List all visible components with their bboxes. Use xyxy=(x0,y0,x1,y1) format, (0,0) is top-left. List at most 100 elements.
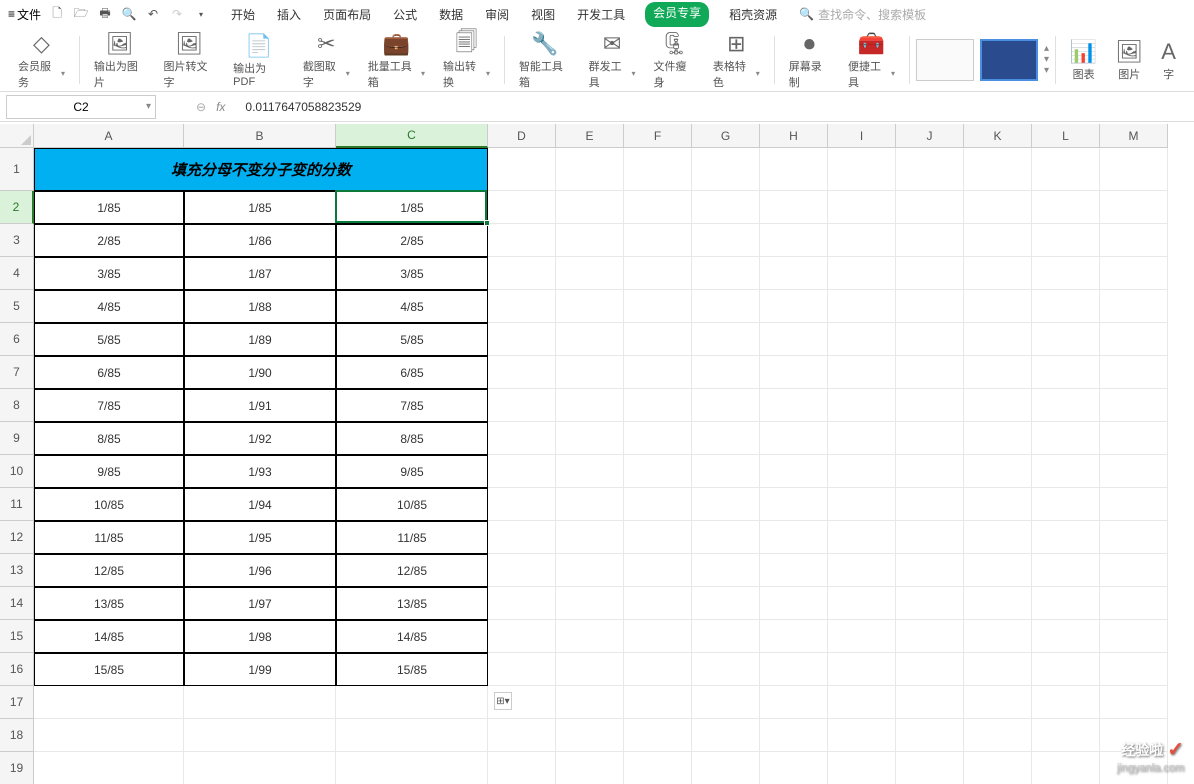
cell-B9[interactable]: 1/92 xyxy=(184,422,336,455)
cell-J12[interactable] xyxy=(896,521,964,554)
cell-K11[interactable] xyxy=(964,488,1032,521)
cell-K5[interactable] xyxy=(964,290,1032,323)
cell-G13[interactable] xyxy=(692,554,760,587)
cell-L4[interactable] xyxy=(1032,257,1100,290)
cell-H9[interactable] xyxy=(760,422,828,455)
mass-send-button[interactable]: ✉群发工具▾ xyxy=(581,30,644,90)
cell-M10[interactable] xyxy=(1100,455,1168,488)
cell-M11[interactable] xyxy=(1100,488,1168,521)
tab-formula[interactable]: 公式 xyxy=(391,2,419,27)
cell-J15[interactable] xyxy=(896,620,964,653)
cell-C8[interactable]: 7/85 xyxy=(336,389,488,422)
tab-layout[interactable]: 页面布局 xyxy=(321,2,373,27)
autofill-options-icon[interactable]: ⊞▾ xyxy=(494,692,512,710)
cell-B11[interactable]: 1/94 xyxy=(184,488,336,521)
row-header-1[interactable]: 1 xyxy=(0,148,34,191)
cell-L15[interactable] xyxy=(1032,620,1100,653)
cell-J6[interactable] xyxy=(896,323,964,356)
export-image-button[interactable]: 🖼输出为图片 xyxy=(86,30,154,90)
cell-K7[interactable] xyxy=(964,356,1032,389)
cell-B18[interactable] xyxy=(184,719,336,752)
cell-L6[interactable] xyxy=(1032,323,1100,356)
cell-E17[interactable] xyxy=(556,686,624,719)
grid-area[interactable]: 填充分母不变分子变的分数1/851/851/852/851/862/853/85… xyxy=(34,148,1194,784)
cell-L5[interactable] xyxy=(1032,290,1100,323)
cell-A4[interactable]: 3/85 xyxy=(34,257,184,290)
cell-L17[interactable] xyxy=(1032,686,1100,719)
tab-start[interactable]: 开始 xyxy=(229,2,257,27)
cell-H7[interactable] xyxy=(760,356,828,389)
row-header-16[interactable]: 16 xyxy=(0,653,34,686)
col-header-F[interactable]: F xyxy=(624,124,692,148)
cell-J11[interactable] xyxy=(896,488,964,521)
cell-E14[interactable] xyxy=(556,587,624,620)
cell-J5[interactable] xyxy=(896,290,964,323)
cell-G16[interactable] xyxy=(692,653,760,686)
col-header-E[interactable]: E xyxy=(556,124,624,148)
fx-icon[interactable]: fx xyxy=(216,100,225,114)
cell-G1[interactable] xyxy=(692,148,760,191)
cell-B12[interactable]: 1/95 xyxy=(184,521,336,554)
col-header-B[interactable]: B xyxy=(184,124,336,148)
cell-M13[interactable] xyxy=(1100,554,1168,587)
row-header-5[interactable]: 5 xyxy=(0,290,34,323)
cell-I5[interactable] xyxy=(828,290,896,323)
cell-M14[interactable] xyxy=(1100,587,1168,620)
cell-C12[interactable]: 11/85 xyxy=(336,521,488,554)
cell-K3[interactable] xyxy=(964,224,1032,257)
row-header-7[interactable]: 7 xyxy=(0,356,34,389)
quick-tools-button[interactable]: 🧰便捷工具▾ xyxy=(840,30,903,90)
cell-C14[interactable]: 13/85 xyxy=(336,587,488,620)
cell-F19[interactable] xyxy=(624,752,692,784)
cell-I2[interactable] xyxy=(828,191,896,224)
cell-G9[interactable] xyxy=(692,422,760,455)
row-header-17[interactable]: 17 xyxy=(0,686,34,719)
cell-B5[interactable]: 1/88 xyxy=(184,290,336,323)
cell-C2[interactable]: 1/85 xyxy=(336,191,488,224)
cell-I17[interactable] xyxy=(828,686,896,719)
col-header-M[interactable]: M xyxy=(1100,124,1168,148)
cell-D8[interactable] xyxy=(488,389,556,422)
cell-G11[interactable] xyxy=(692,488,760,521)
col-header-H[interactable]: H xyxy=(760,124,828,148)
tab-insert[interactable]: 插入 xyxy=(275,2,303,27)
batch-tools-button[interactable]: 💼批量工具箱▾ xyxy=(360,30,433,90)
cell-D15[interactable] xyxy=(488,620,556,653)
cell-A18[interactable] xyxy=(34,719,184,752)
cell-K9[interactable] xyxy=(964,422,1032,455)
cell-H17[interactable] xyxy=(760,686,828,719)
cell-M9[interactable] xyxy=(1100,422,1168,455)
export-convert-button[interactable]: 🗐输出转换▾ xyxy=(435,30,498,90)
cell-M7[interactable] xyxy=(1100,356,1168,389)
cell-L8[interactable] xyxy=(1032,389,1100,422)
tab-dev[interactable]: 开发工具 xyxy=(575,2,627,27)
cell-B4[interactable]: 1/87 xyxy=(184,257,336,290)
row-header-3[interactable]: 3 xyxy=(0,224,34,257)
formula-value[interactable]: 0.0117647058823529 xyxy=(245,100,361,114)
cell-K14[interactable] xyxy=(964,587,1032,620)
col-header-K[interactable]: K xyxy=(964,124,1032,148)
cell-H10[interactable] xyxy=(760,455,828,488)
row-header-14[interactable]: 14 xyxy=(0,587,34,620)
cell-F10[interactable] xyxy=(624,455,692,488)
cell-D12[interactable] xyxy=(488,521,556,554)
cell-H3[interactable] xyxy=(760,224,828,257)
cell-I7[interactable] xyxy=(828,356,896,389)
cell-I19[interactable] xyxy=(828,752,896,784)
screenshot-ocr-button[interactable]: ✂截图取字▾ xyxy=(295,30,358,90)
smart-toolbox-button[interactable]: 🔧智能工具箱 xyxy=(511,30,579,90)
cell-I4[interactable] xyxy=(828,257,896,290)
cell-G6[interactable] xyxy=(692,323,760,356)
cell-E18[interactable] xyxy=(556,719,624,752)
cell-J19[interactable] xyxy=(896,752,964,784)
cell-A14[interactable]: 13/85 xyxy=(34,587,184,620)
file-slim-button[interactable]: 🗜文件瘦身 xyxy=(646,30,703,90)
cell-B7[interactable]: 1/90 xyxy=(184,356,336,389)
cell-B6[interactable]: 1/89 xyxy=(184,323,336,356)
cell-D9[interactable] xyxy=(488,422,556,455)
cell-G15[interactable] xyxy=(692,620,760,653)
cell-I8[interactable] xyxy=(828,389,896,422)
cell-F11[interactable] xyxy=(624,488,692,521)
cell-K13[interactable] xyxy=(964,554,1032,587)
cell-H12[interactable] xyxy=(760,521,828,554)
